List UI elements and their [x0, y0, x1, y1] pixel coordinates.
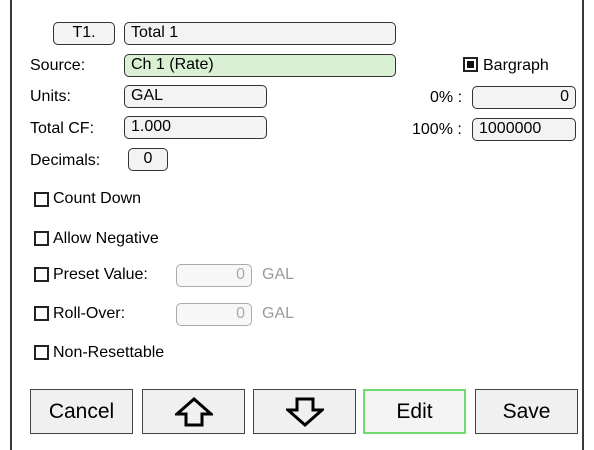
- preset-value-checkbox[interactable]: [34, 267, 49, 282]
- roll-over-checkbox[interactable]: [34, 306, 49, 321]
- allow-negative-label: Allow Negative: [53, 230, 159, 247]
- preset-unit-label: GAL: [262, 266, 295, 283]
- non-resettable-checkbox[interactable]: [34, 345, 49, 360]
- cancel-button[interactable]: Cancel: [30, 389, 133, 434]
- zero-percent-label: 0% :: [430, 89, 463, 106]
- tag-field[interactable]: T1.: [53, 22, 115, 45]
- arrow-down-icon: [285, 397, 324, 427]
- name-field[interactable]: Total 1: [124, 22, 396, 45]
- edit-button-label: Edit: [396, 399, 433, 423]
- non-resettable-label: Non-Resettable: [53, 344, 165, 361]
- source-field[interactable]: Ch 1 (Rate): [124, 54, 396, 77]
- roll-over-label: Roll-Over:: [53, 305, 126, 322]
- arrow-up-icon: [174, 396, 213, 427]
- bargraph-checkbox[interactable]: [463, 57, 478, 72]
- cancel-button-label: Cancel: [48, 399, 115, 423]
- decimals-field[interactable]: 0: [128, 148, 168, 171]
- count-down-checkbox[interactable]: [34, 192, 49, 207]
- allow-negative-checkbox[interactable]: [34, 231, 49, 246]
- decimals-label: Decimals:: [30, 152, 101, 169]
- edit-button[interactable]: Edit: [363, 389, 466, 434]
- save-button-label: Save: [502, 399, 551, 423]
- preset-value-field[interactable]: 0: [176, 264, 252, 287]
- roll-over-field[interactable]: 0: [176, 303, 252, 326]
- source-label: Source:: [30, 57, 86, 74]
- count-down-label: Count Down: [53, 190, 142, 207]
- hundred-percent-field[interactable]: 1000000: [472, 118, 576, 141]
- roll-over-unit-label: GAL: [262, 305, 295, 322]
- zero-percent-field[interactable]: 0: [472, 86, 576, 109]
- hundred-percent-label: 100% :: [412, 121, 462, 138]
- preset-value-label: Preset Value:: [53, 266, 148, 283]
- units-field[interactable]: GAL: [124, 85, 267, 108]
- down-button[interactable]: [253, 389, 356, 434]
- units-label: Units:: [30, 88, 71, 105]
- up-button[interactable]: [142, 389, 245, 434]
- total-cf-label: Total CF:: [30, 120, 95, 137]
- bargraph-label: Bargraph: [483, 57, 549, 74]
- total-cf-field[interactable]: 1.000: [124, 116, 267, 139]
- save-button[interactable]: Save: [475, 389, 578, 434]
